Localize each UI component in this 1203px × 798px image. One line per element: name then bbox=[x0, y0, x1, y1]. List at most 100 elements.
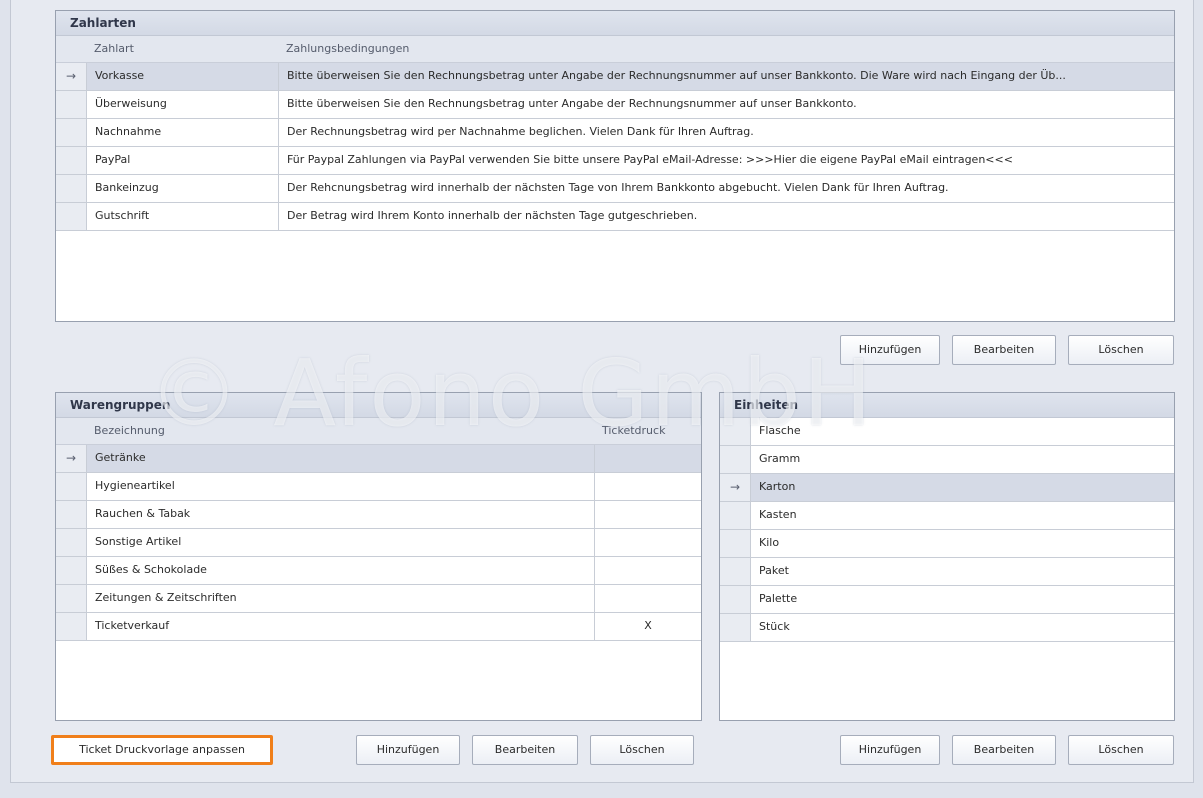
ticketdruck-cell[interactable] bbox=[594, 557, 701, 584]
row-indicator bbox=[56, 585, 86, 612]
list-item[interactable]: Palette bbox=[720, 586, 1174, 614]
zahlart-cell[interactable]: Überweisung bbox=[86, 91, 278, 118]
zahlungsbedingungen-cell[interactable]: Bitte überweisen Sie den Rechnungsbetrag… bbox=[278, 63, 1174, 90]
einheit-cell[interactable]: Paket bbox=[750, 558, 1174, 585]
table-row[interactable]: Überweisung Bitte überweisen Sie den Rech… bbox=[56, 91, 1174, 119]
table-row[interactable]: Nachnahme Der Rechnungsbetrag wird per Na… bbox=[56, 119, 1174, 147]
row-indicator bbox=[56, 91, 86, 118]
einheit-cell[interactable]: Stück bbox=[750, 614, 1174, 641]
einheit-cell[interactable]: Karton bbox=[750, 474, 1174, 501]
zahlart-cell[interactable]: Vorkasse bbox=[86, 63, 278, 90]
zahlarten-group: Zahlarten Zahlart Zahlungsbedingungen → V… bbox=[55, 10, 1175, 322]
row-indicator bbox=[720, 586, 750, 613]
column-header-ticketdruck[interactable]: Ticketdruck bbox=[602, 418, 665, 444]
einheiten-edit-button[interactable]: Bearbeiten bbox=[952, 735, 1056, 765]
bezeichnung-cell[interactable]: Getränke bbox=[86, 445, 594, 472]
ticketdruck-cell[interactable] bbox=[594, 473, 701, 500]
ticketdruck-cell[interactable] bbox=[594, 585, 701, 612]
row-indicator bbox=[56, 175, 86, 202]
einheiten-add-button[interactable]: Hinzufügen bbox=[840, 735, 940, 765]
einheit-cell[interactable]: Kilo bbox=[750, 530, 1174, 557]
einheit-cell[interactable]: Kasten bbox=[750, 502, 1174, 529]
bezeichnung-cell[interactable]: Hygieneartikel bbox=[86, 473, 594, 500]
settings-panel: Zahlarten Zahlart Zahlungsbedingungen → V… bbox=[10, 0, 1194, 783]
row-indicator: → bbox=[720, 474, 750, 501]
warengruppen-delete-button[interactable]: Löschen bbox=[590, 735, 694, 765]
row-indicator bbox=[720, 446, 750, 473]
table-row[interactable]: Ticketverkauf X bbox=[56, 613, 701, 641]
row-indicator bbox=[56, 557, 86, 584]
row-indicator bbox=[56, 613, 86, 640]
table-row[interactable]: Rauchen & Tabak bbox=[56, 501, 701, 529]
ticketdruck-cell[interactable] bbox=[594, 501, 701, 528]
bezeichnung-cell[interactable]: Zeitungen & Zeitschriften bbox=[86, 585, 594, 612]
ticketdruck-cell[interactable]: X bbox=[594, 613, 701, 640]
ticket-druckvorlage-button[interactable]: Ticket Druckvorlage anpassen bbox=[51, 735, 273, 765]
table-row[interactable]: Zeitungen & Zeitschriften bbox=[56, 585, 701, 613]
bezeichnung-cell[interactable]: Ticketverkauf bbox=[86, 613, 594, 640]
zahlungsbedingungen-cell[interactable]: Für Paypal Zahlungen via PayPal verwende… bbox=[278, 147, 1174, 174]
zahlungsbedingungen-cell[interactable]: Der Betrag wird Ihrem Konto innerhalb de… bbox=[278, 203, 1174, 230]
row-indicator bbox=[720, 418, 750, 445]
zahlart-cell[interactable]: Gutschrift bbox=[86, 203, 278, 230]
list-item[interactable]: → Karton bbox=[720, 474, 1174, 502]
bezeichnung-cell[interactable]: Sonstige Artikel bbox=[86, 529, 594, 556]
warengruppen-edit-button[interactable]: Bearbeiten bbox=[472, 735, 578, 765]
einheiten-delete-button[interactable]: Löschen bbox=[1068, 735, 1174, 765]
bezeichnung-cell[interactable]: Süßes & Schokolade bbox=[86, 557, 594, 584]
zahlarten-title: Zahlarten bbox=[56, 11, 1174, 36]
list-item[interactable]: Kasten bbox=[720, 502, 1174, 530]
row-indicator bbox=[720, 558, 750, 585]
warengruppen-grid-header: Bezeichnung Ticketdruck bbox=[56, 418, 701, 445]
zahlart-cell[interactable]: Bankeinzug bbox=[86, 175, 278, 202]
einheiten-rows: Flasche Gramm → Karton Kasten Kilo Paket Palett… bbox=[720, 418, 1174, 642]
row-indicator bbox=[56, 473, 86, 500]
list-item[interactable]: Paket bbox=[720, 558, 1174, 586]
table-row[interactable]: Gutschrift Der Betrag wird Ihrem Konto in… bbox=[56, 203, 1174, 231]
zahlarten-edit-button[interactable]: Bearbeiten bbox=[952, 335, 1056, 365]
zahlarten-grid-header: Zahlart Zahlungsbedingungen bbox=[56, 36, 1174, 63]
table-row[interactable]: Hygieneartikel bbox=[56, 473, 701, 501]
list-item[interactable]: Flasche bbox=[720, 418, 1174, 446]
row-indicator bbox=[720, 530, 750, 557]
row-indicator bbox=[720, 502, 750, 529]
list-item[interactable]: Stück bbox=[720, 614, 1174, 642]
warengruppen-title: Warengruppen bbox=[56, 393, 701, 418]
list-item[interactable]: Kilo bbox=[720, 530, 1174, 558]
row-indicator bbox=[720, 614, 750, 641]
column-header-zahlungsbedingungen[interactable]: Zahlungsbedingungen bbox=[286, 36, 409, 62]
warengruppen-rows: → Getränke Hygieneartikel Rauchen & Tabak So… bbox=[56, 445, 701, 641]
table-row[interactable]: Bankeinzug Der Rehcnungsbetrag wird inner… bbox=[56, 175, 1174, 203]
row-indicator bbox=[56, 501, 86, 528]
row-indicator bbox=[56, 529, 86, 556]
list-item[interactable]: Gramm bbox=[720, 446, 1174, 474]
zahlart-cell[interactable]: PayPal bbox=[86, 147, 278, 174]
zahlarten-rows: → Vorkasse Bitte überweisen Sie den Rechnu… bbox=[56, 63, 1174, 231]
zahlungsbedingungen-cell[interactable]: Der Rechnungsbetrag wird per Nachnahme b… bbox=[278, 119, 1174, 146]
zahlart-cell[interactable]: Nachnahme bbox=[86, 119, 278, 146]
row-indicator bbox=[56, 119, 86, 146]
einheiten-group: Einheiten Flasche Gramm → Karton Kasten Kilo P… bbox=[719, 392, 1175, 721]
einheit-cell[interactable]: Flasche bbox=[750, 418, 1174, 445]
zahlungsbedingungen-cell[interactable]: Der Rehcnungsbetrag wird innerhalb der n… bbox=[278, 175, 1174, 202]
zahlarten-delete-button[interactable]: Löschen bbox=[1068, 335, 1174, 365]
row-indicator: → bbox=[56, 445, 86, 472]
bezeichnung-cell[interactable]: Rauchen & Tabak bbox=[86, 501, 594, 528]
ticketdruck-cell[interactable] bbox=[594, 445, 701, 472]
table-row[interactable]: Sonstige Artikel bbox=[56, 529, 701, 557]
zahlarten-add-button[interactable]: Hinzufügen bbox=[840, 335, 940, 365]
table-row[interactable]: → Vorkasse Bitte überweisen Sie den Rechnu… bbox=[56, 63, 1174, 91]
zahlungsbedingungen-cell[interactable]: Bitte überweisen Sie den Rechnungsbetrag… bbox=[278, 91, 1174, 118]
warengruppen-group: Warengruppen Bezeichnung Ticketdruck → Ge… bbox=[55, 392, 702, 721]
einheit-cell[interactable]: Gramm bbox=[750, 446, 1174, 473]
ticketdruck-cell[interactable] bbox=[594, 529, 701, 556]
row-indicator bbox=[56, 147, 86, 174]
row-indicator bbox=[56, 203, 86, 230]
column-header-bezeichnung[interactable]: Bezeichnung bbox=[94, 418, 165, 444]
warengruppen-add-button[interactable]: Hinzufügen bbox=[356, 735, 460, 765]
einheit-cell[interactable]: Palette bbox=[750, 586, 1174, 613]
table-row[interactable]: → Getränke bbox=[56, 445, 701, 473]
table-row[interactable]: PayPal Für Paypal Zahlungen via PayPal ve… bbox=[56, 147, 1174, 175]
column-header-zahlart[interactable]: Zahlart bbox=[94, 36, 134, 62]
table-row[interactable]: Süßes & Schokolade bbox=[56, 557, 701, 585]
